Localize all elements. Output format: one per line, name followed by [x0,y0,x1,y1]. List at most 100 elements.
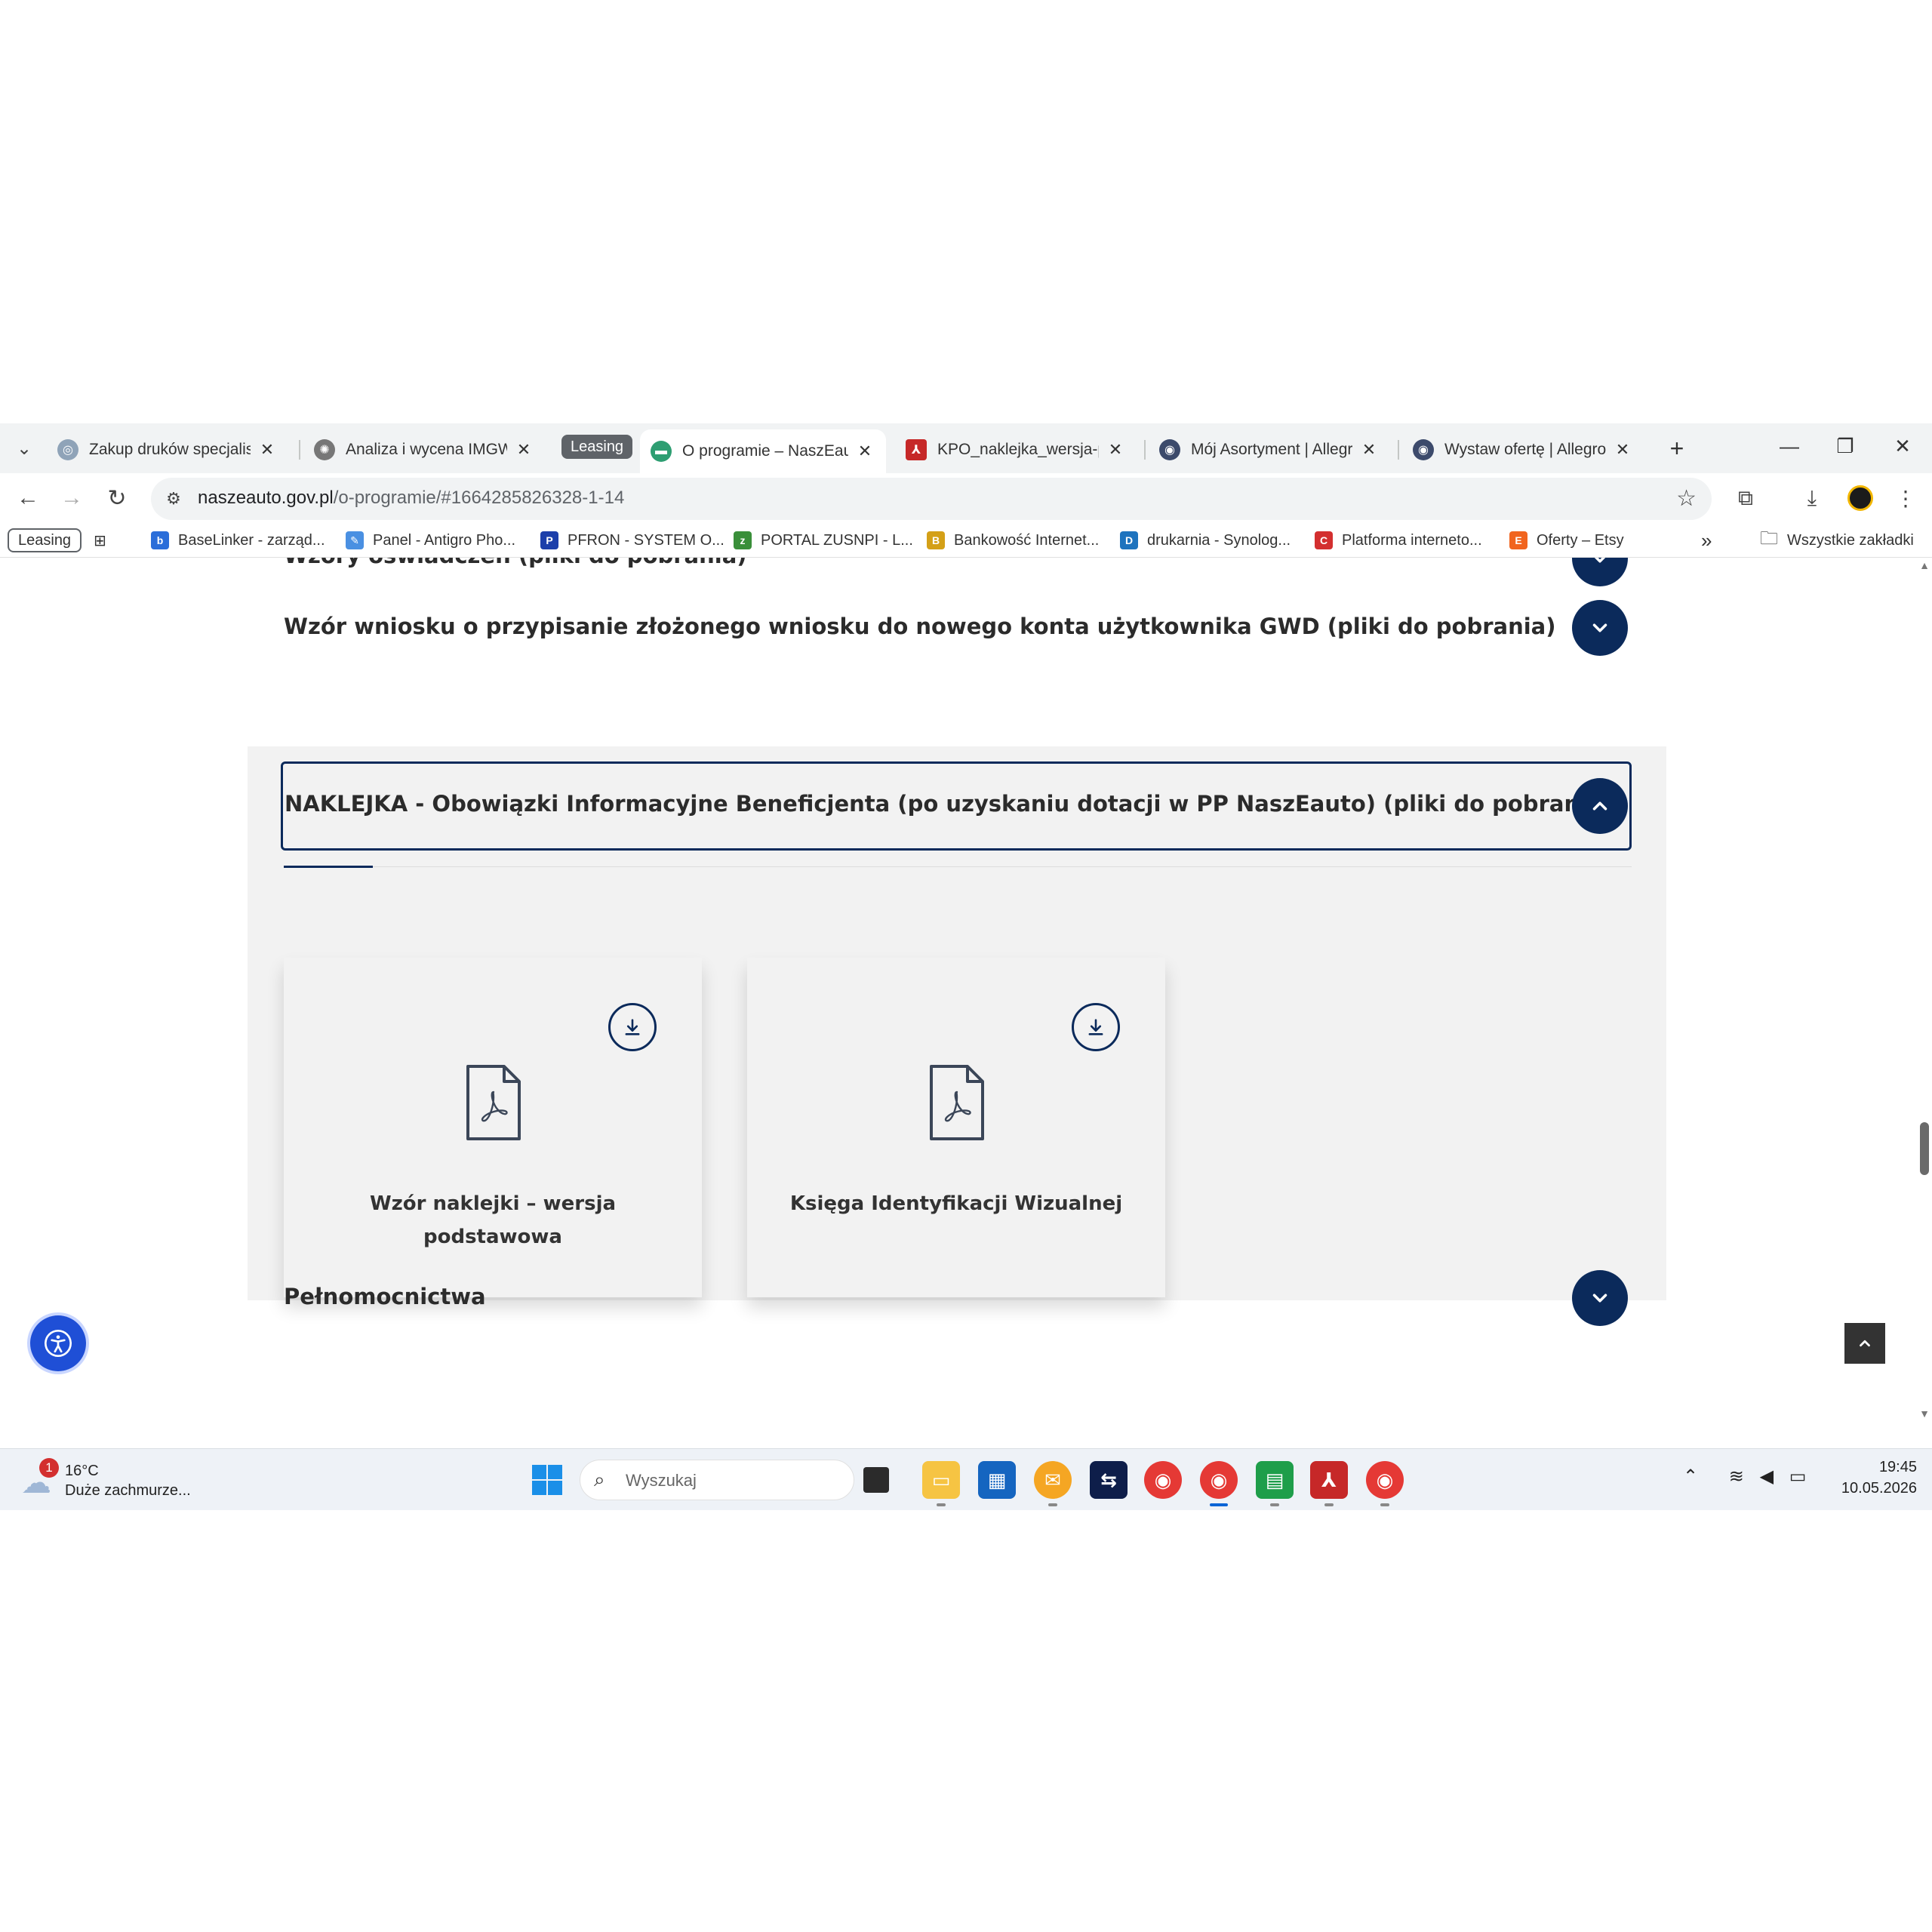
search-placeholder: Wyszukaj [626,1471,697,1490]
close-icon: ✕ [1894,434,1911,457]
tab-moj-asortyment[interactable]: ◉ Mój Asortyment | Allegro ✕ [1149,431,1390,469]
close-icon[interactable]: ✕ [1358,440,1380,460]
close-icon[interactable]: ✕ [257,440,278,460]
battery-icon[interactable]: ▭ [1789,1466,1807,1487]
tab-o-programie[interactable]: ▬ O programie – NaszEauto ✕ [640,429,886,473]
taskbar-search[interactable]: ⌕ Wyszukaj [580,1460,854,1500]
close-icon[interactable]: ✕ [1105,440,1126,460]
store-icon[interactable]: ▦ [978,1461,1016,1499]
download-icon[interactable]: ⤓ [1796,482,1828,514]
running-indicator [1380,1503,1389,1506]
bookmark-platforma[interactable]: C Platforma interneto... [1315,528,1482,553]
forward-button[interactable]: → [54,481,89,515]
close-icon[interactable]: ✕ [513,440,534,460]
chrome-profile-2-icon[interactable]: ◉ [1366,1461,1404,1499]
bookmark-star-icon[interactable]: ☆ [1676,485,1697,512]
accordion-toggle-button[interactable] [1572,600,1628,656]
chrome-icon[interactable]: ◉ [1144,1461,1182,1499]
bookmarks-overflow-button[interactable]: » [1701,528,1712,553]
tab-analiza-imgw[interactable]: ✺ Analiza i wycena IMGW ✕ [303,431,545,469]
bookmark-pfron[interactable]: P PFRON - SYSTEM O... [540,528,724,553]
accordion-item-pelnomocnictwa[interactable]: Pełnomocnictwa [284,1284,1632,1309]
taskbar: ☁ 1 16°C Duże zachmurze... ⌕ Wyszukaj ▭ … [0,1448,1932,1510]
teamviewer-icon[interactable]: ⇆ [1090,1461,1128,1499]
bookmark-label: Panel - Antigro Pho... [373,531,516,549]
spreadsheet-icon[interactable]: ▤ [1256,1461,1294,1499]
download-button[interactable] [608,1003,657,1051]
pfron-icon: P [540,531,558,549]
accordion-collapse-button[interactable] [1572,778,1628,834]
mail-app-icon[interactable]: ✉ [1034,1461,1072,1499]
tab-search-button[interactable]: ⌄ [9,433,39,463]
chevron-up-icon[interactable]: ⌃ [1683,1466,1698,1487]
close-icon[interactable]: ✕ [854,441,875,461]
apps-grid-icon[interactable]: ⊞ [94,528,106,553]
tab-wystaw-oferte[interactable]: ◉ Wystaw ofertę | Allegro ✕ [1402,431,1644,469]
tab-strip: ⌄ ◎ Zakup druków specjalisty ✕ ✺ Analiza… [0,423,1932,473]
task-view-icon[interactable] [863,1467,889,1493]
clock[interactable]: 19:45 10.05.2026 [1826,1457,1917,1499]
bookmark-portal-zusnpi[interactable]: z PORTAL ZUSNPI - L... [734,528,913,553]
file-card-ksiega-identyfikacji[interactable]: Księga Identyfikacji Wizualnej [747,958,1165,1297]
restore-button[interactable]: ❐ [1819,429,1872,463]
site-settings-icon[interactable]: ⚙ [162,487,186,511]
extensions-icon[interactable]: ⧉ [1730,482,1761,514]
bookmark-bankowosc[interactable]: B Bankowość Internet... [927,528,1099,553]
wifi-icon[interactable]: ≋ [1729,1466,1744,1487]
bookmark-etsy[interactable]: E Oferty – Etsy [1509,528,1624,553]
weather-temperature: 16°C [65,1463,99,1479]
page-scrollbar[interactable]: ▲ ▼ [1917,558,1932,1421]
tab-title: O programie – NaszEauto [682,442,848,460]
acrobat-icon[interactable]: ⅄ [1310,1461,1348,1499]
card-title-line: podstawowa [423,1226,562,1248]
accordion-item-naklejka[interactable]: NAKLEJKA - Obowiązki Informacyjne Benefi… [281,761,1632,851]
pdf-file-icon [930,1065,984,1140]
restore-icon: ❐ [1836,434,1854,457]
bookmark-baselinker[interactable]: b BaseLinker - zarząd... [151,528,325,553]
address-bar[interactable]: ⚙ naszeauto.gov.pl/o-programie/#16642858… [151,478,1712,520]
menu-kebab-icon[interactable]: ⋮ [1890,482,1921,514]
bookmark-panel-antigro[interactable]: ✎ Panel - Antigro Pho... [346,528,515,553]
windows-start-icon[interactable] [531,1464,563,1496]
tab-group-leasing[interactable]: Leasing [561,435,633,459]
scrollbar-thumb[interactable] [1920,1122,1929,1175]
close-icon[interactable]: ✕ [1612,440,1633,460]
running-indicator [937,1503,946,1506]
etsy-icon: E [1509,531,1527,549]
profile-avatar[interactable] [1844,482,1876,514]
reload-button[interactable]: ↻ [100,481,134,515]
scroll-up-arrow-icon[interactable]: ▲ [1919,559,1930,571]
pdf-icon: ⅄ [906,439,927,460]
scroll-to-top-button[interactable] [1844,1323,1885,1364]
bookmark-group-leasing[interactable]: Leasing [8,528,82,552]
new-tab-button[interactable]: + [1662,433,1692,463]
chrome-profile-icon[interactable]: ◉ [1200,1461,1238,1499]
chevron-up-icon [1592,801,1607,811]
bookmark-drukarnia[interactable]: Ddrukarnia - Synolog... [1120,528,1291,553]
accordion-toggle-button[interactable] [1572,1270,1628,1326]
tab-kpo-naklejka[interactable]: ⅄ KPO_naklejka_wersja-podstawowa ✕ [895,431,1137,469]
chevron-down-icon [1594,558,1606,563]
download-icon [625,1019,640,1035]
chevron-up-icon [1860,1340,1870,1347]
back-button[interactable]: ← [11,481,45,515]
accordion-item-wzor-wniosku[interactable]: Wzór wniosku o przypisanie złożonego wni… [284,614,1632,639]
clock-date: 10.05.2026 [1841,1480,1917,1497]
screen: ⌄ ◎ Zakup druków specjalisty ✕ ✺ Analiza… [0,423,1932,1510]
accordion-toggle-button[interactable] [1572,558,1628,586]
volume-icon[interactable]: ◀ [1760,1466,1774,1487]
accordion-item-wzory-oswiadczen[interactable]: Wzory oświadczeń (pliki do pobrania) [284,558,1632,568]
weather-widget[interactable]: ☁ 1 16°C Duże zachmurze... [21,1458,217,1502]
card-title: Księga Identyfikacji Wizualnej [777,1187,1135,1220]
close-window-button[interactable]: ✕ [1876,429,1929,463]
scroll-down-arrow-icon[interactable]: ▼ [1919,1407,1930,1420]
download-button[interactable] [1072,1003,1120,1051]
bookmark-label: Wszystkie zakładki [1787,531,1914,549]
accessibility-button[interactable] [30,1315,86,1371]
minimize-button[interactable]: — [1763,429,1816,463]
tab-separator [1144,440,1146,460]
all-bookmarks-button[interactable]: 🗀 Wszystkie zakładki [1760,528,1914,553]
file-explorer-icon[interactable]: ▭ [922,1461,960,1499]
tab-zakup-drukow[interactable]: ◎ Zakup druków specjalisty ✕ [47,431,288,469]
file-card-wzor-naklejki[interactable]: Wzór naklejki – wersja podstawowa [284,958,702,1297]
